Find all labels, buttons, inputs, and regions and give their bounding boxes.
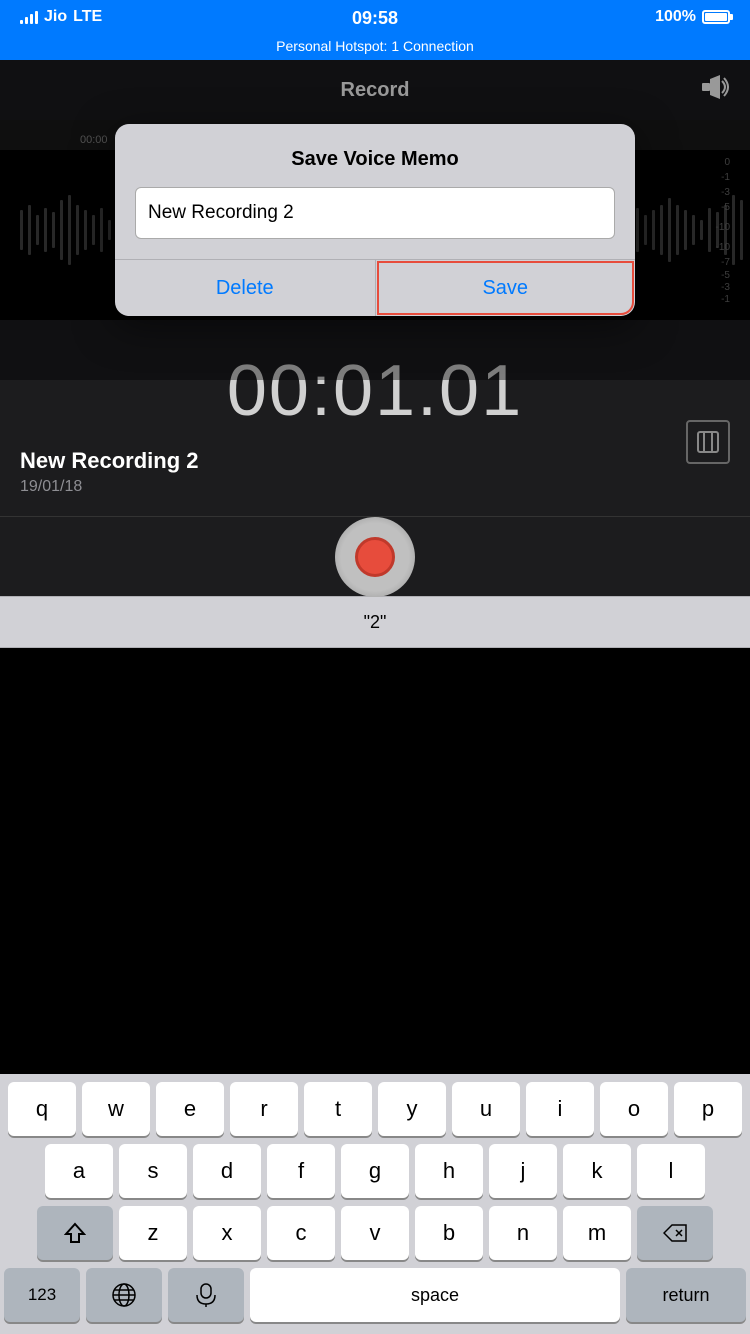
signal-bars [20,10,38,24]
return-key[interactable]: return [626,1268,746,1322]
dialog-title: Save Voice Memo [115,124,635,187]
key-m[interactable]: m [563,1206,631,1260]
key-n[interactable]: n [489,1206,557,1260]
playhead-dot [369,28,381,40]
numbers-key[interactable]: 123 [4,1268,80,1322]
key-c[interactable]: c [267,1206,335,1260]
backspace-key[interactable] [637,1206,713,1260]
delete-button[interactable]: Delete [115,260,376,316]
battery-percent: 100% [655,8,696,26]
key-y[interactable]: y [378,1082,446,1136]
trim-icon[interactable] [686,420,730,464]
recording-name-input[interactable] [135,187,615,239]
key-u[interactable]: u [452,1082,520,1136]
mic-keyboard-key[interactable] [168,1268,244,1322]
key-j[interactable]: j [489,1144,557,1198]
key-l[interactable]: l [637,1144,705,1198]
key-e[interactable]: e [156,1082,224,1136]
space-key[interactable]: space [250,1268,620,1322]
key-i[interactable]: i [526,1082,594,1136]
keyboard: q w e r t y u i o p a s d f g h j k l z … [0,1074,750,1334]
key-f[interactable]: f [267,1144,335,1198]
key-v[interactable]: v [341,1206,409,1260]
key-h[interactable]: h [415,1144,483,1198]
key-t[interactable]: t [304,1082,372,1136]
network-type: LTE [73,8,102,26]
save-dialog: Save Voice Memo Delete Save [115,124,635,316]
record-button[interactable] [335,517,415,597]
keyboard-row-1: q w e r t y u i o p [4,1082,746,1136]
key-s[interactable]: s [119,1144,187,1198]
key-a[interactable]: a [45,1144,113,1198]
keyboard-row-2: a s d f g h j k l [4,1144,746,1198]
key-k[interactable]: k [563,1144,631,1198]
dialog-overlay: Save Voice Memo Delete Save [0,60,750,380]
carrier-name: Jio [44,8,67,26]
autocomplete-suggestion[interactable]: "2" [364,612,387,633]
dialog-input-wrap [115,187,635,259]
key-q[interactable]: q [8,1082,76,1136]
keyboard-row-3: z x c v b n m [4,1206,746,1260]
key-o[interactable]: o [600,1082,668,1136]
carrier-info: Jio LTE [20,8,102,26]
globe-key[interactable] [86,1268,162,1322]
mic-area [0,516,750,596]
key-g[interactable]: g [341,1144,409,1198]
key-w[interactable]: w [82,1082,150,1136]
recording-date: 19/01/18 [20,478,730,496]
key-p[interactable]: p [674,1082,742,1136]
keyboard-row-4: 123 space return [4,1268,746,1322]
key-b[interactable]: b [415,1206,483,1260]
key-x[interactable]: x [193,1206,261,1260]
key-z[interactable]: z [119,1206,187,1260]
battery-area: 100% [655,8,730,26]
autocomplete-bar: "2" [0,596,750,648]
hotspot-label: Personal Hotspot: 1 Connection [276,38,474,54]
key-r[interactable]: r [230,1082,298,1136]
dialog-buttons: Delete Save [115,259,635,316]
clock: 09:58 [352,8,398,29]
shift-key[interactable] [37,1206,113,1260]
save-button[interactable]: Save [376,260,636,316]
key-d[interactable]: d [193,1144,261,1198]
recording-name-label: New Recording 2 [20,448,730,474]
battery-icon [702,10,730,24]
